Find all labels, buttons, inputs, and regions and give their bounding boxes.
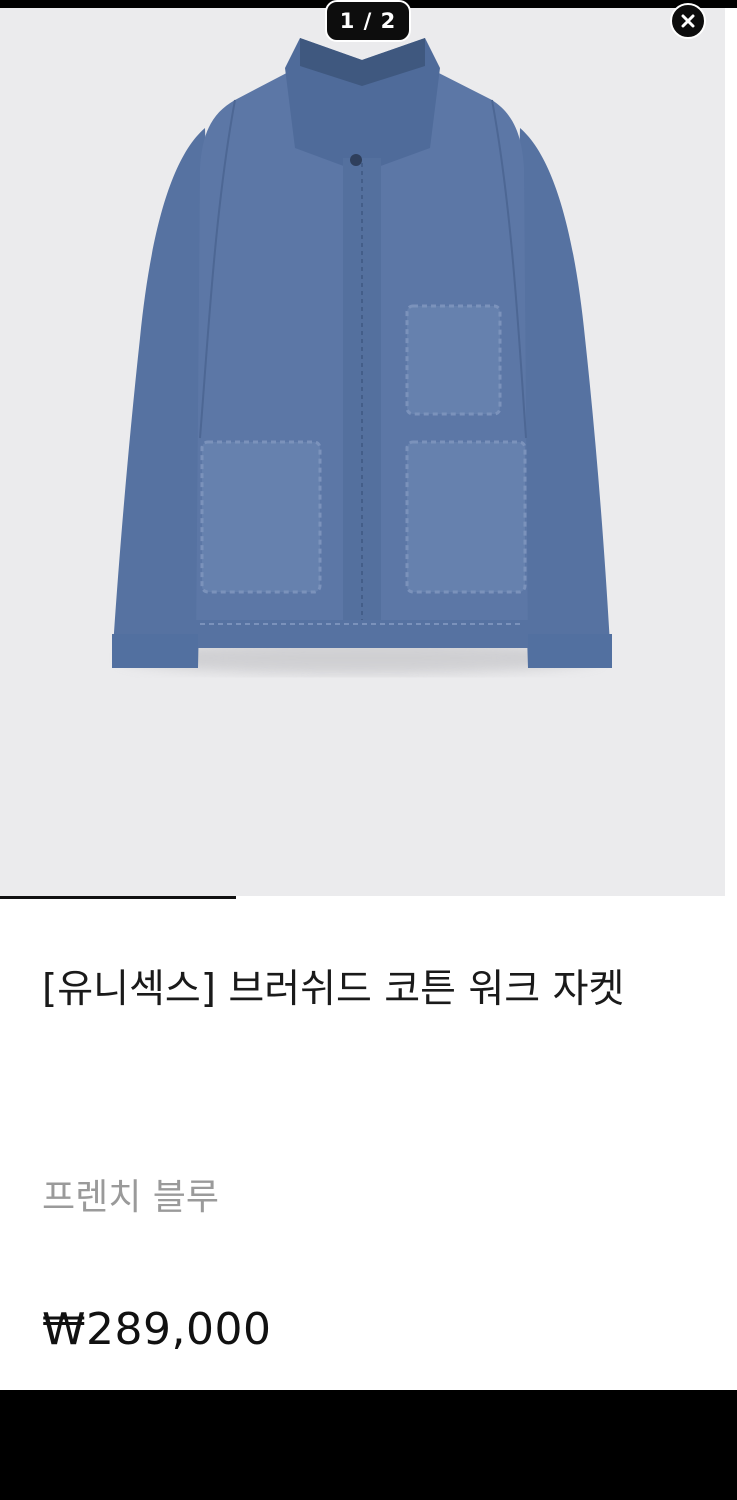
product-color-name: 프렌치 블루 <box>42 1177 220 1218</box>
slide-counter: 1 / 2 <box>325 0 411 42</box>
close-button[interactable] <box>670 3 706 39</box>
product-price: ₩289,000 <box>42 1304 272 1355</box>
image-edge <box>725 8 731 896</box>
slide-progress-track <box>0 896 737 899</box>
close-icon <box>681 14 695 28</box>
product-title: [유니섹스] 브러쉬드 코튼 워크 자켓 <box>42 967 625 1012</box>
slide-progress-bar <box>0 896 236 899</box>
jacket-image <box>112 38 612 674</box>
product-quickview-modal: [유니섹스] 브러쉬드 코튼 워크 자켓 프렌치 블루 ₩289,000 <box>0 8 737 1390</box>
product-image-carousel[interactable] <box>0 8 731 896</box>
